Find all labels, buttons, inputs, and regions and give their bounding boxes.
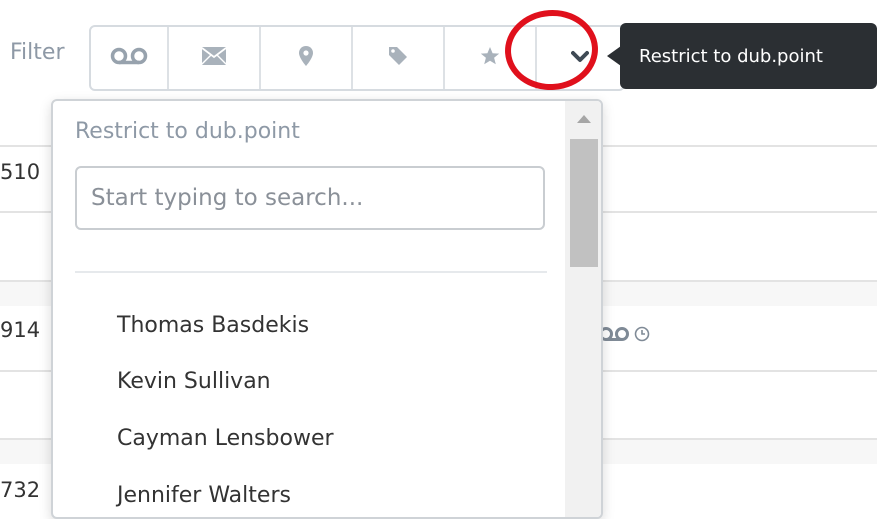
dropdown-user-item[interactable]: Thomas Basdekis [117,297,334,353]
map-marker-icon [299,46,313,70]
row-number: 732 [0,478,41,502]
dropdown-user-item[interactable]: Jennifer Walters [117,467,334,517]
filter-label: Filter [10,40,65,65]
filter-location-button[interactable] [261,27,353,89]
dropdown-user-item[interactable]: Cayman Lensbower [117,410,334,467]
tooltip: Restrict to dub.point [620,23,877,89]
filter-voicemail-button[interactable] [91,27,169,89]
filter-tag-button[interactable] [353,27,445,89]
star-icon [480,46,500,70]
row-number: 914 [0,318,41,342]
dropdown-scrollbar[interactable] [565,101,601,517]
scrollbar-thumb[interactable] [570,139,598,267]
clock-icon [634,323,650,347]
tooltip-text: Restrict to dub.point [639,45,823,67]
tag-icon [388,46,408,70]
row-number: 510 [0,160,41,184]
dropdown-divider [75,271,547,273]
envelope-icon [201,47,227,69]
restrict-dropdown-menu: Restrict to dub.point Thomas Basdekis Ke… [51,99,603,519]
dropdown-header: Restrict to dub.point [75,119,300,144]
dropdown-user-list: Thomas Basdekis Kevin Sullivan Cayman Le… [117,297,334,517]
voicemail-icon [109,46,149,70]
scroll-up-arrow-icon[interactable] [577,115,591,123]
tooltip-arrow [607,46,621,66]
dropdown-user-item[interactable]: Kevin Sullivan [117,353,334,410]
filter-email-button[interactable] [169,27,261,89]
dropdown-search-input[interactable] [75,166,545,230]
